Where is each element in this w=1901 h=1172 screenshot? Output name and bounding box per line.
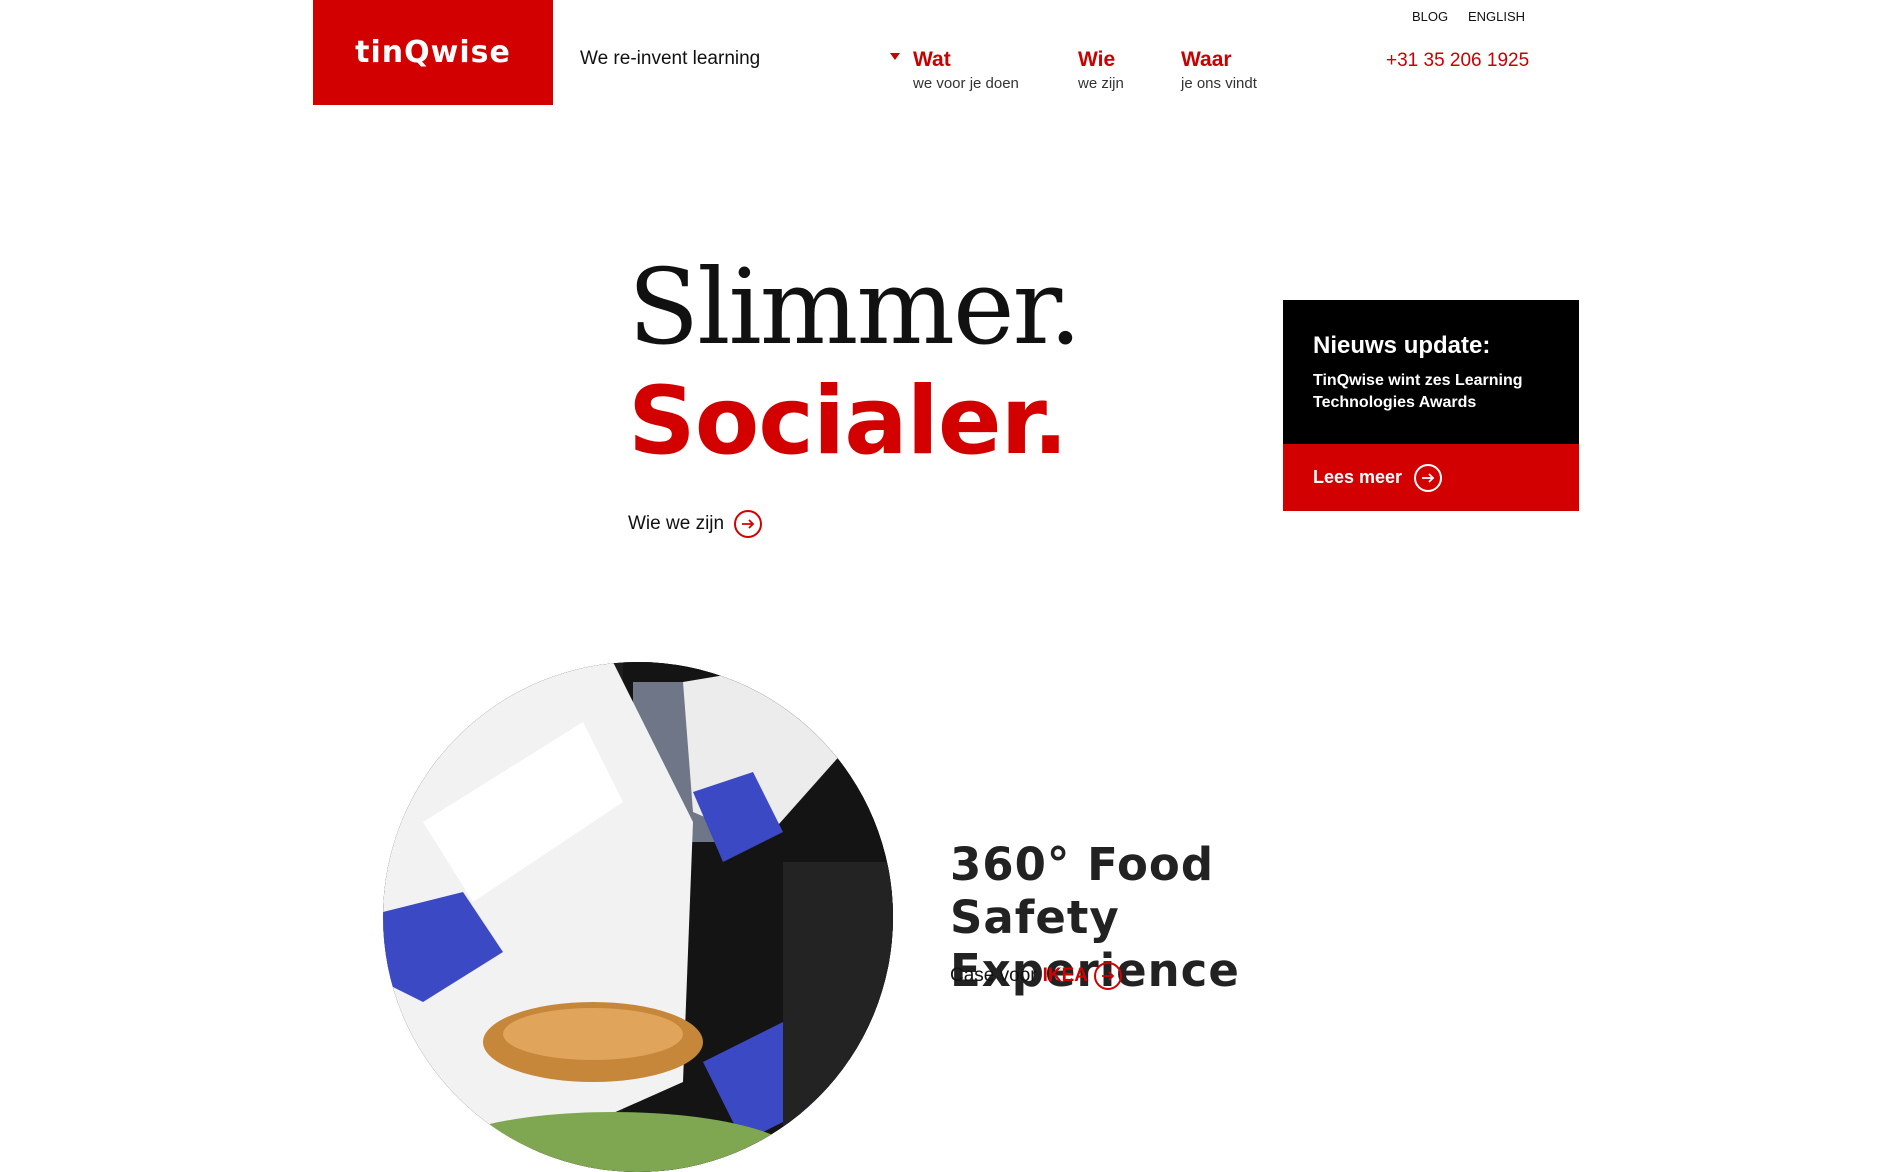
case-link-brand[interactable]: IKEA [1043, 965, 1088, 987]
nav-item-waar[interactable]: Waar je ons vindt [1181, 48, 1257, 92]
nav-title[interactable]: Wat [913, 48, 1019, 72]
arrow-right-circle-icon [1094, 962, 1123, 990]
news-body: Nieuws update: TinQwise wint zes Learnin… [1283, 300, 1579, 444]
phone-link[interactable]: +31 35 206 1925 [1386, 50, 1529, 72]
nav-subtitle: we zijn [1078, 75, 1124, 92]
news-text: TinQwise wint zes Learning Technologies … [1313, 372, 1523, 411]
arrow-right-circle-icon [1414, 463, 1443, 492]
blog-link[interactable]: BLOG [1412, 9, 1448, 24]
case-photo [383, 662, 893, 1172]
logo[interactable]: tinQwise [313, 0, 553, 105]
read-more-label: Lees meer [1313, 467, 1403, 487]
case-link-prefix: Case voor [950, 965, 1037, 986]
read-more-button[interactable]: Lees meer [1283, 444, 1579, 511]
news-title: Nieuws update: [1313, 332, 1491, 359]
who-we-are-link[interactable]: Wie we zijn [628, 510, 763, 538]
logo-text: tinQwise [355, 35, 511, 70]
tagline: We re-invent learning [580, 48, 761, 69]
hero-heading-line1: Slimmer. [628, 246, 1082, 368]
who-we-are-label: Wie we zijn [628, 513, 725, 534]
hero-heading-line2: Socialer. [628, 367, 1068, 476]
nav-subtitle: je ons vindt [1181, 75, 1257, 92]
nav-title[interactable]: Waar [1181, 48, 1257, 72]
case-link[interactable]: Case voor IKEA [950, 962, 1123, 990]
english-link[interactable]: ENGLISH [1468, 9, 1525, 24]
arrow-right-circle-icon [734, 510, 763, 538]
caret-down-icon [890, 53, 900, 60]
nav-item-wie[interactable]: Wie we zijn [1078, 48, 1124, 92]
chefs-photo-illustration [383, 662, 893, 1172]
nav-subtitle: we voor je doen [913, 75, 1019, 92]
nav-item-wat[interactable]: Wat we voor je doen [913, 48, 1019, 92]
nav-title[interactable]: Wie [1078, 48, 1124, 72]
news-card: Nieuws update: TinQwise wint zes Learnin… [1283, 300, 1579, 511]
